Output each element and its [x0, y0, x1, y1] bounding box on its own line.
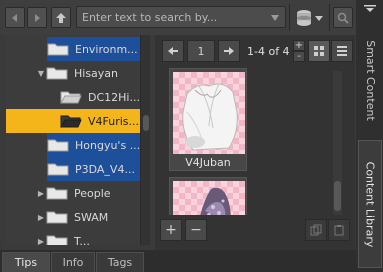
tree-item-label: Hongyu's ... [75, 138, 140, 152]
tab-label: Info [62, 256, 84, 269]
tree-item-environments[interactable]: Environm... [47, 37, 140, 61]
search-icon [337, 12, 349, 24]
folder-open-icon [60, 91, 82, 104]
paste-button[interactable] [328, 219, 350, 241]
tree-item-label: P3DA_V4... [75, 162, 135, 176]
copy-icon [310, 224, 322, 236]
bottom-tab-bar: Tips Info Tags [0, 250, 356, 272]
content-tile[interactable] [169, 177, 247, 215]
folder-icon [46, 187, 68, 200]
zoom-out-button[interactable]: - [293, 51, 305, 62]
tab-label: Content Library [363, 161, 377, 247]
tree-item-hisayan[interactable]: ▼ Hisayan [36, 61, 140, 85]
chevron-down-icon [271, 14, 279, 21]
tree-item-p3da-v4[interactable]: P3DA_V4... [47, 157, 140, 181]
panel-menu-icon [364, 5, 376, 12]
tab-tips[interactable]: Tips [2, 252, 50, 272]
back-button[interactable] [5, 7, 25, 28]
toolbar-divider [329, 4, 330, 31]
scrollbar-thumb[interactable] [334, 181, 341, 211]
folder-icon [47, 163, 69, 176]
expand-arrow-icon[interactable]: ▶ [36, 189, 46, 198]
scrollbar-thumb[interactable] [143, 115, 149, 131]
side-tab-bar: Smart Content Content Library [356, 0, 383, 272]
folder-tree: Environm... ▼ Hisayan DC12Hi... V4Furis.… [6, 35, 140, 245]
folder-icon [46, 67, 68, 80]
tree-scrollbar[interactable] [140, 35, 150, 245]
copy-button[interactable] [305, 219, 327, 241]
tree-item-swam[interactable]: ▶ SWAM [36, 205, 140, 229]
tab-label: Smart Content [363, 39, 377, 121]
page-count-label: 1-4 of 4 [247, 44, 290, 58]
arrow-left-icon [168, 47, 178, 55]
expand-arrow-icon[interactable]: ▶ [36, 213, 46, 222]
content-scrollbar[interactable] [333, 71, 342, 215]
tree-item-hongyus[interactable]: Hongyu's ... [47, 133, 140, 157]
database-icon [297, 9, 323, 26]
tree-item-t[interactable]: ▶ T... [36, 229, 140, 245]
tree-item-label: People [74, 186, 111, 200]
database-filter-button[interactable] [293, 7, 327, 28]
toolbar [0, 0, 356, 35]
tab-info[interactable]: Info [51, 252, 95, 272]
content-pane: 1 1-4 of 4 + - V4Juban + − [155, 35, 355, 270]
thumbnail-image [173, 181, 245, 215]
forward-button[interactable] [27, 7, 47, 28]
up-arrow-icon [56, 12, 66, 23]
folder-icon [47, 43, 69, 56]
pager: 1 1-4 of 4 [162, 40, 290, 62]
next-page-button[interactable] [218, 40, 240, 62]
arrow-right-icon [224, 47, 234, 55]
prev-page-button[interactable] [162, 40, 184, 62]
grid-view-button[interactable] [308, 40, 330, 62]
folder-open-icon [60, 115, 82, 128]
search-dropdown-button[interactable] [265, 8, 285, 27]
garment-thumbnail-icon [200, 187, 231, 215]
folder-icon [46, 235, 68, 245]
tab-smart-content[interactable]: Smart Content [358, 25, 382, 135]
zoom-in-button[interactable]: + [293, 40, 305, 51]
content-bottom-bar: + − [155, 215, 355, 245]
folder-icon [46, 211, 68, 224]
expand-arrow-icon[interactable]: ▶ [36, 237, 46, 246]
tree-item-v4furis[interactable]: V4Furis... [6, 109, 140, 133]
expand-arrow-icon[interactable]: ▼ [36, 69, 46, 78]
paste-icon [334, 225, 344, 236]
up-button[interactable] [51, 7, 71, 28]
tree-item-label: V4Furis... [88, 114, 140, 128]
forward-arrow-icon [35, 13, 40, 22]
list-icon [337, 46, 347, 56]
page-number[interactable]: 1 [187, 40, 215, 62]
tab-label: Tags [107, 256, 133, 269]
thumbnail-image [173, 72, 245, 154]
tab-tags[interactable]: Tags [96, 252, 144, 272]
tab-content-library[interactable]: Content Library [358, 140, 382, 268]
tree-item-dc12hi[interactable]: DC12Hi... [60, 85, 140, 109]
content-tile[interactable]: V4Juban [169, 68, 247, 171]
tree-item-label: Environm... [75, 42, 138, 56]
toolbar-divider [289, 4, 290, 31]
search-input[interactable] [76, 6, 286, 28]
folder-icon [47, 139, 69, 152]
grid-icon [314, 46, 324, 56]
tree-item-label: DC12Hi... [88, 90, 140, 104]
tab-label: Tips [14, 256, 38, 269]
tree-item-label: SWAM [74, 210, 109, 224]
remove-button[interactable]: − [185, 219, 207, 241]
list-view-button[interactable] [331, 40, 353, 62]
tile-label: V4Juban [185, 156, 231, 169]
tree-item-label: T... [74, 234, 90, 246]
back-arrow-icon [12, 13, 17, 22]
add-button[interactable]: + [160, 219, 182, 241]
panel-menu-button[interactable] [358, 2, 382, 18]
tree-item-people[interactable]: ▶ People [36, 181, 140, 205]
tree-item-label: Hisayan [74, 66, 119, 80]
search-button[interactable] [333, 7, 353, 28]
garment-thumbnail-icon [182, 83, 238, 151]
